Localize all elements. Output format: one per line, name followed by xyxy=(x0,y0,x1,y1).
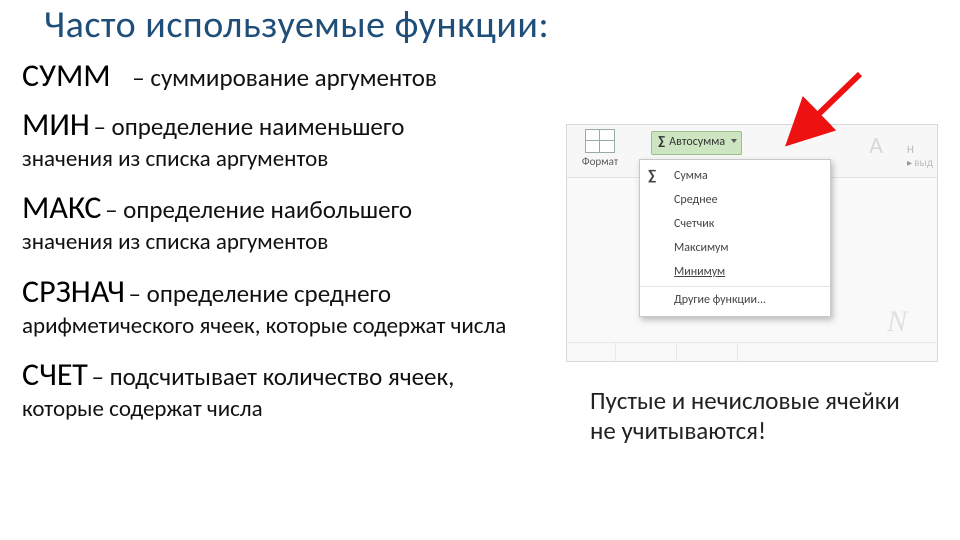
menu-item-min[interactable]: Минимум xyxy=(640,260,830,284)
menu-item-label: Другие функции... xyxy=(674,293,766,307)
function-definitions: СУММ – суммирование аргументов МИН – опр… xyxy=(22,56,552,429)
func-desc-first: – определение наименьшего xyxy=(93,111,404,142)
ghost-right-text: Н ▸ выд xyxy=(907,143,933,169)
func-desc-first: – подсчитывает количество ячеек, xyxy=(92,361,455,392)
slide-root: Часто используемые функции: СУММ – сумми… xyxy=(0,0,960,540)
func-name: МАКС xyxy=(22,188,101,227)
autosum-button[interactable]: ∑ Автосумма xyxy=(651,131,742,155)
func-name: СУММ xyxy=(22,56,111,95)
func-name: СЧЕТ xyxy=(22,355,88,394)
def-count: СЧЕТ – подсчитывает количество ячеек, ко… xyxy=(22,355,552,422)
menu-item-max[interactable]: Максимум xyxy=(640,236,830,260)
ghost-letter-n: N xyxy=(887,305,907,339)
autosum-dropdown: ∑ Сумма Среднее Счетчик Максимум Минимум… xyxy=(639,159,831,317)
func-desc-first: – суммирование аргументов xyxy=(132,62,437,93)
menu-item-label: Минимум xyxy=(674,265,725,279)
format-label: Формат xyxy=(573,155,627,168)
ghost-right-2: выд xyxy=(914,156,933,169)
grid-bottom-lines xyxy=(567,342,937,361)
func-desc-rest: которые содержат числа xyxy=(22,396,552,422)
func-name: СРЗНАЧ xyxy=(22,272,125,311)
slide-title: Часто используемые функции: xyxy=(44,2,549,48)
sigma-icon: ∑ xyxy=(658,134,665,149)
menu-item-label: Среднее xyxy=(674,193,718,207)
footnote-text: Пустые и нечисловые ячейки не учитываютс… xyxy=(590,386,920,445)
ghost-letter-a: А xyxy=(869,131,883,160)
func-desc-rest: значения из списка аргументов xyxy=(22,146,552,172)
func-name: МИН xyxy=(22,105,90,144)
excel-screenshot: Формат ∑ Автосумма А Н ▸ выд ∑ Сумма Сред… xyxy=(566,124,938,362)
menu-item-label: Счетчик xyxy=(674,217,714,231)
dropdown-caret-icon xyxy=(731,139,737,143)
menu-item-count[interactable]: Счетчик xyxy=(640,212,830,236)
menu-item-more[interactable]: Другие функции... xyxy=(640,286,830,312)
def-sum: СУММ – суммирование аргументов xyxy=(22,56,552,95)
ghost-right-1: Н xyxy=(907,143,914,156)
sigma-icon: ∑ xyxy=(648,167,656,185)
menu-item-label: Сумма xyxy=(674,169,708,183)
func-desc-rest: арифметического ячеек, которые содержат … xyxy=(22,313,552,339)
def-max: МАКС – определение наибольшего значения … xyxy=(22,188,552,255)
format-icon xyxy=(585,129,615,153)
def-min: МИН – определение наименьшего значения и… xyxy=(22,105,552,172)
menu-item-sum[interactable]: ∑ Сумма xyxy=(640,164,830,188)
format-button[interactable]: Формат xyxy=(573,129,627,168)
func-desc-first: – определение наибольшего xyxy=(105,194,412,225)
menu-item-label: Максимум xyxy=(674,241,729,255)
autosum-label: Автосумма xyxy=(669,135,725,149)
def-average: СРЗНАЧ – определение среднего арифметиче… xyxy=(22,272,552,339)
func-desc-first: – определение среднего xyxy=(129,278,392,309)
func-desc-rest: значения из списка аргументов xyxy=(22,229,552,255)
menu-item-average[interactable]: Среднее xyxy=(640,188,830,212)
